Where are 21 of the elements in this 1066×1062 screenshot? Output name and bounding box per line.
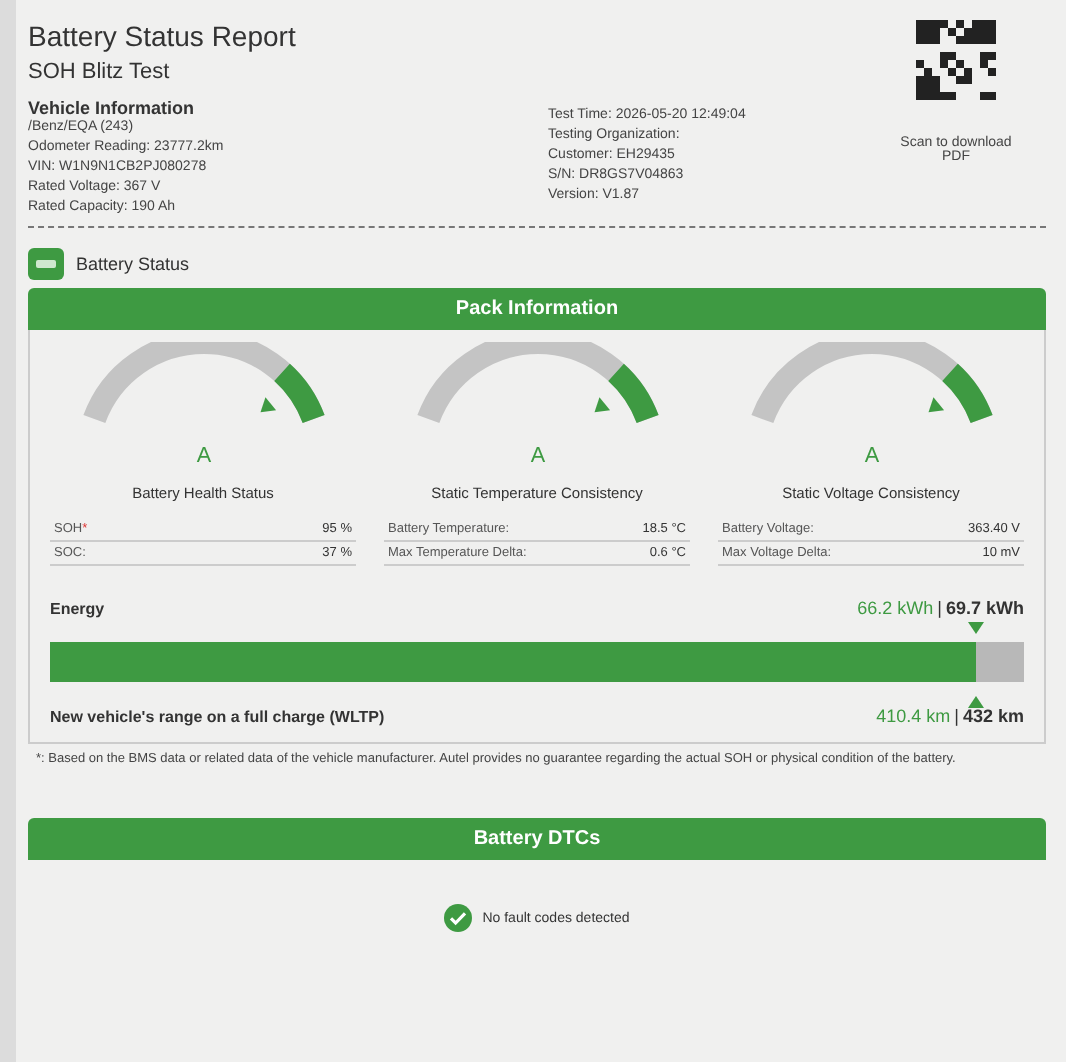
gauge-grade: A [195,444,211,469]
check-icon [444,904,473,932]
battery-icon [28,248,64,280]
gauge-pointer [593,397,610,413]
range-values: 410.4 km | 432 km [876,706,1024,726]
marker-up-icon [967,696,984,708]
report-subtitle: SOH Blitz Test [28,60,172,84]
section-title: Battery Status [76,254,190,274]
pack-information-header: Pack Information [28,288,1046,330]
gauge-grade: A [529,444,545,469]
report-title: Battery Status Report [28,20,298,52]
range-label: New vehicle's range on a full charge (WLTP) [50,708,385,726]
gauge-pointer [259,397,276,413]
gauge-grade: A [863,444,879,469]
marker-down-icon [967,622,984,634]
gauge-pointer [927,397,944,413]
energy-label: Energy [50,600,105,618]
qr-code-icon [916,20,996,100]
vehicle-info-heading: Vehicle Information [28,98,197,118]
energy-values: 66.2 kWh | 69.7 kWh [857,598,1024,618]
battery-dtcs-header: Battery DTCs [28,818,1046,860]
